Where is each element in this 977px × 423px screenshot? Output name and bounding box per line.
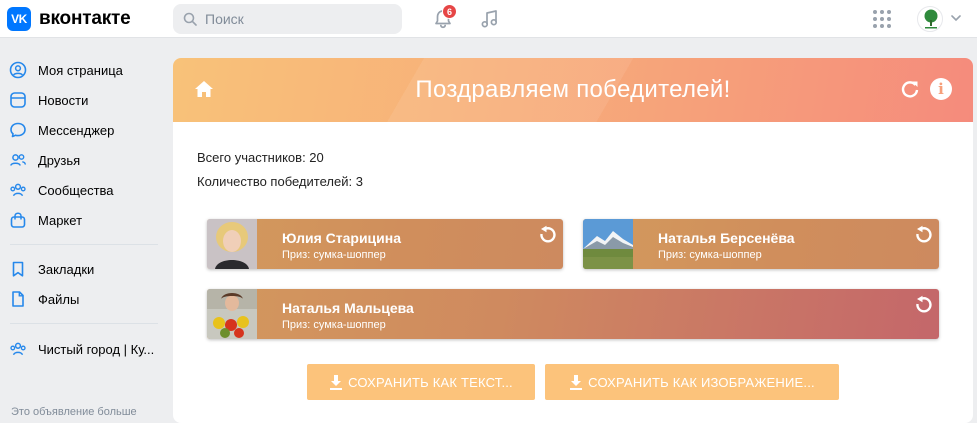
shopping-bag-icon [8,210,28,230]
save-as-text-button[interactable]: СОХРАНИТЬ КАК ТЕКСТ... [307,364,535,400]
winner-prize: Приз: сумка-шоппер [282,319,386,331]
sidebar-item-market[interactable]: Маркет [8,206,168,234]
winner-prize: Приз: сумка-шоппер [282,249,386,261]
sidebar-item-friends[interactable]: Друзья [8,146,168,174]
page-title: Поздравляем победителей! [415,76,731,103]
community-icon [8,339,28,359]
apps-grid-icon[interactable] [872,9,892,29]
winner-prize: Приз: сумка-шоппер [658,249,762,261]
download-icon [330,375,343,390]
search-icon [183,12,197,26]
search-box[interactable] [173,4,402,34]
tree-logo-icon [924,9,938,29]
sidebar-item-community-clean-city[interactable]: Чистый город | Ку... [8,335,168,363]
sidebar-item-news[interactable]: Новости [8,86,168,114]
music-icon[interactable] [479,8,501,30]
reroll-icon[interactable] [537,225,557,245]
winner-name: Наталья Берсенёва [658,230,795,246]
sidebar-item-messenger[interactable]: Мессенджер [8,116,168,144]
winner-name: Юлия Старицина [282,230,402,246]
sidebar-item-label: Чистый город | Ку... [38,341,155,357]
chevron-down-icon[interactable] [951,15,961,22]
winner-name: Наталья Мальцева [282,300,414,316]
winner-photo [207,289,257,339]
winner-card: Юлия Старицина Приз: сумка-шоппер [207,219,563,269]
chat-bubble-icon [8,120,28,140]
save-as-text-label: СОХРАНИТЬ КАК ТЕКСТ... [348,374,513,390]
communities-icon [8,180,28,200]
winners-count: Количество победителей: 3 [197,174,363,189]
sidebar-divider [10,323,158,324]
sidebar-item-files[interactable]: Файлы [8,285,168,313]
file-icon [8,289,28,309]
winner-card: Наталья Берсенёва Приз: сумка-шоппер [583,219,939,269]
sidebar-item-my-page[interactable]: Моя страница [8,56,168,84]
sidebar-divider [10,244,158,245]
winner-photo [583,219,633,269]
save-as-image-label: СОХРАНИТЬ КАК ИЗОБРАЖЕНИЕ... [588,374,815,390]
left-sidebar: Моя страница Новости Мессенджер Друзья С… [0,38,173,423]
notification-badge: 6 [442,4,457,19]
top-bar: VK вконтакте 6 [0,0,977,38]
sidebar-item-label: Новости [38,92,89,108]
sidebar-item-label: Маркет [38,212,83,228]
winners-app-card: Поздравляем победителей! i Всего участни… [173,58,973,423]
reroll-icon[interactable] [913,225,933,245]
total-participants: Всего участников: 20 [197,150,324,165]
user-circle-icon [8,60,28,80]
sidebar-item-label: Закладки [38,261,95,277]
sidebar-item-bookmarks[interactable]: Закладки [8,255,168,283]
friends-icon [8,150,28,170]
sidebar-item-label: Мессенджер [38,122,115,138]
ad-notice: Это объявление больше [11,406,137,418]
save-as-image-button[interactable]: СОХРАНИТЬ КАК ИЗОБРАЖЕНИЕ... [545,364,839,400]
news-icon [8,90,28,110]
sidebar-item-label: Файлы [38,291,80,307]
sidebar-item-label: Друзья [38,152,81,168]
sidebar-item-label: Моя страница [38,62,123,78]
search-input[interactable] [205,11,385,27]
vk-logo-text: вконтакте [39,8,131,29]
info-icon[interactable]: i [930,78,952,100]
download-icon [570,375,583,390]
bookmark-icon [8,259,28,279]
vk-logo[interactable]: VK вконтакте [7,7,131,31]
sidebar-item-communities[interactable]: Сообщества [8,176,168,204]
reroll-icon[interactable] [913,295,933,315]
winner-photo [207,219,257,269]
winner-card: Наталья Мальцева Приз: сумка-шоппер [207,289,939,339]
sidebar-item-label: Сообщества [38,182,114,198]
refresh-icon[interactable] [900,79,920,99]
vk-logo-icon: VK [7,7,31,31]
profile-avatar[interactable] [917,6,943,32]
